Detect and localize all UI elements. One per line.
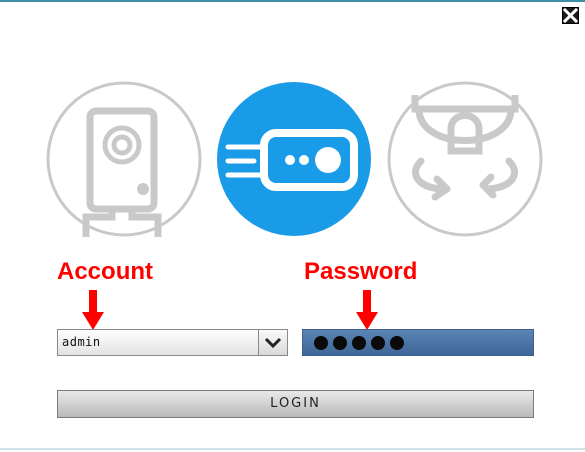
password-mask-dot xyxy=(390,336,404,350)
login-button[interactable]: LOGIN xyxy=(57,390,534,418)
ptz-dome-camera-icon[interactable] xyxy=(387,81,543,237)
password-mask xyxy=(314,336,404,350)
account-dropdown-button[interactable] xyxy=(258,330,287,355)
password-mask-dot xyxy=(352,336,366,350)
password-arrow-icon xyxy=(356,290,378,330)
password-field[interactable] xyxy=(302,329,534,356)
close-button[interactable] xyxy=(562,7,579,24)
chevron-down-icon xyxy=(264,337,282,349)
cube-camera-icon[interactable] xyxy=(46,81,202,237)
account-select[interactable]: admin xyxy=(57,329,288,356)
password-mask-dot xyxy=(333,336,347,350)
account-annotation: Account xyxy=(57,258,153,285)
account-arrow-icon xyxy=(82,290,104,330)
password-mask-dot xyxy=(371,336,385,350)
top-border xyxy=(0,0,585,2)
password-mask-dot xyxy=(314,336,328,350)
close-icon xyxy=(563,8,578,23)
network-video-recorder-icon[interactable] xyxy=(216,81,372,237)
password-annotation: Password xyxy=(304,258,418,285)
bottom-border xyxy=(0,448,585,450)
account-select-value: admin xyxy=(62,335,101,349)
